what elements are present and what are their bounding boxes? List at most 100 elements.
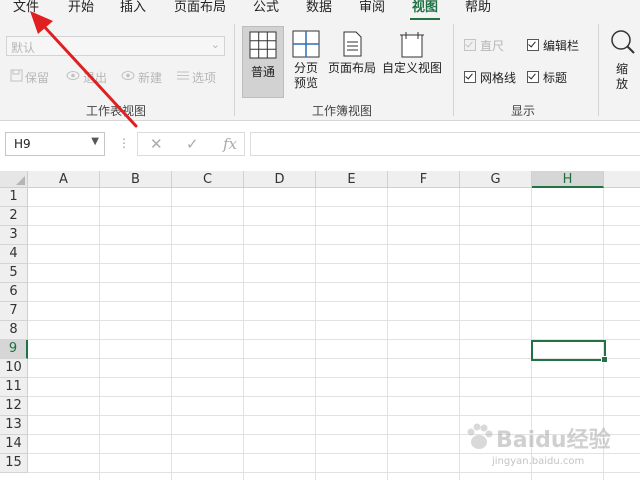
page-layout-icon <box>343 31 362 57</box>
watermark-text: Baidu经验 <box>496 428 611 453</box>
group-separator <box>453 24 454 116</box>
zoom-label-2: 放 <box>615 77 628 91</box>
row-header-9[interactable]: 9 <box>0 340 28 359</box>
checkbox-icon <box>527 39 539 51</box>
chevron-down-icon: ▼ <box>91 136 99 147</box>
menu-help[interactable]: 帮助 <box>465 0 491 20</box>
ruler-label: 直尺 <box>480 39 505 53</box>
view-options-button[interactable]: 选项 <box>176 69 216 86</box>
list-options-icon <box>177 71 189 80</box>
row-header-11[interactable]: 11 <box>0 378 28 397</box>
name-box-value: H9 <box>14 137 31 151</box>
sheet-view-group-label: 工作表视图 <box>86 104 147 118</box>
formula-bar-area: H9 ▼ ⋮ ✕ ✓ fx <box>0 121 640 171</box>
exit-view-button[interactable]: 退出 <box>66 69 107 86</box>
page-break-preview-label-2: 预览 <box>293 76 318 90</box>
normal-view-label: 普通 <box>250 65 275 79</box>
row-header-2[interactable]: 2 <box>0 207 28 226</box>
selected-cell-h9[interactable] <box>531 340 608 363</box>
menu-formulas[interactable]: 公式 <box>253 0 279 20</box>
keep-view-label: 保留 <box>25 71 50 85</box>
checkbox-icon <box>464 71 476 83</box>
menu-file[interactable]: 文件 <box>13 0 39 20</box>
normal-view-button[interactable]: 普通 <box>242 26 284 98</box>
page-layout-view-button[interactable]: 页面布局 <box>326 26 378 98</box>
column-header-h[interactable]: H <box>532 171 604 188</box>
column-header-b[interactable]: B <box>100 171 172 188</box>
select-all-icon <box>16 176 25 185</box>
row-header-15[interactable]: 15 <box>0 454 28 473</box>
formula-buttons: ✕ ✓ fx <box>137 132 245 156</box>
keep-view-button[interactable]: 保留 <box>10 69 49 86</box>
save-icon <box>10 69 23 82</box>
formula-input[interactable] <box>250 132 640 156</box>
row-header-6[interactable]: 6 <box>0 283 28 302</box>
row-header-5[interactable]: 5 <box>0 264 28 283</box>
magnifier-icon <box>611 30 635 54</box>
paw-logo-icon <box>467 423 493 449</box>
headings-checkbox[interactable]: 标题 <box>527 69 567 86</box>
custom-views-label: 自定义视图 <box>381 61 442 75</box>
column-header-f[interactable]: F <box>388 171 460 188</box>
workbook-views-group-label: 工作簿视图 <box>312 104 373 118</box>
eye-exit-icon <box>66 71 80 80</box>
group-separator <box>234 24 235 116</box>
page-break-preview-label: 分页 <box>293 61 318 75</box>
insert-function-icon[interactable]: fx <box>223 135 237 153</box>
row-header-7[interactable]: 7 <box>0 302 28 321</box>
column-header-e[interactable]: E <box>316 171 388 188</box>
column-header-c[interactable]: C <box>172 171 244 188</box>
menu-review[interactable]: 审阅 <box>359 0 385 20</box>
new-view-button[interactable]: 新建 <box>121 69 162 86</box>
row-header-4[interactable]: 4 <box>0 245 28 264</box>
menu-data[interactable]: 数据 <box>306 0 332 20</box>
cancel-icon[interactable]: ✕ <box>150 135 163 153</box>
row-header-12[interactable]: 12 <box>0 397 28 416</box>
ruler-checkbox[interactable]: 直尺 <box>464 37 504 54</box>
row-header-3[interactable]: 3 <box>0 226 28 245</box>
select-all-button[interactable] <box>0 171 28 188</box>
row-header-1[interactable]: 1 <box>0 188 28 207</box>
checkbox-icon <box>464 39 476 51</box>
watermark-url: jingyan.baidu.com <box>492 456 585 467</box>
show-group-label: 显示 <box>511 104 536 118</box>
headings-label: 标题 <box>543 71 568 85</box>
row-header-8[interactable]: 8 <box>0 321 28 340</box>
view-options-label: 选项 <box>192 71 217 85</box>
row-header-13[interactable]: 13 <box>0 416 28 435</box>
page-break-preview-icon <box>292 30 320 58</box>
sheet-view-dropdown[interactable]: 默认 ⌄ <box>6 36 225 56</box>
page-break-preview-button[interactable]: 分页 预览 <box>288 26 324 98</box>
menu-insert[interactable]: 插入 <box>120 0 146 20</box>
page-layout-view-label: 页面布局 <box>327 61 376 75</box>
column-header-a[interactable]: A <box>28 171 100 188</box>
ribbon: 默认 ⌄ 保留 退出 新建 选项 工作表视图 普通 分页 预览 页面布局 自定义… <box>0 20 640 121</box>
gridlines-checkbox[interactable]: 网格线 <box>464 69 516 86</box>
sheet-view-value: 默认 <box>11 41 36 55</box>
menu-bar: 文件 开始 插入 页面布局 公式 数据 审阅 视图 帮助 <box>0 0 640 20</box>
zoom-button[interactable]: 缩 放 <box>604 26 640 98</box>
formula-bar-checkbox[interactable]: 编辑栏 <box>527 37 579 54</box>
custom-views-button[interactable]: 自定义视图 <box>380 26 444 98</box>
gridlines-label: 网格线 <box>480 71 517 85</box>
menu-page-layout[interactable]: 页面布局 <box>174 0 226 20</box>
exit-view-label: 退出 <box>83 71 108 85</box>
enter-icon[interactable]: ✓ <box>186 135 199 153</box>
more-icon[interactable]: ⋮ <box>118 136 130 150</box>
custom-views-icon <box>400 32 424 58</box>
menu-view[interactable]: 视图 <box>412 0 438 20</box>
name-box[interactable]: H9 ▼ <box>5 132 105 156</box>
row-header-10[interactable]: 10 <box>0 359 28 378</box>
chevron-down-icon: ⌄ <box>210 38 220 51</box>
normal-view-icon <box>249 31 277 59</box>
eye-new-icon <box>121 71 135 80</box>
formula-bar-label: 编辑栏 <box>543 39 580 53</box>
zoom-label-1: 缩 <box>615 62 628 76</box>
row-header-14[interactable]: 14 <box>0 435 28 454</box>
column-header-g[interactable]: G <box>460 171 532 188</box>
column-header-d[interactable]: D <box>244 171 316 188</box>
column-header-i[interactable] <box>604 171 640 188</box>
menu-home[interactable]: 开始 <box>68 0 94 20</box>
group-separator <box>598 24 599 116</box>
fill-handle[interactable] <box>601 356 608 363</box>
